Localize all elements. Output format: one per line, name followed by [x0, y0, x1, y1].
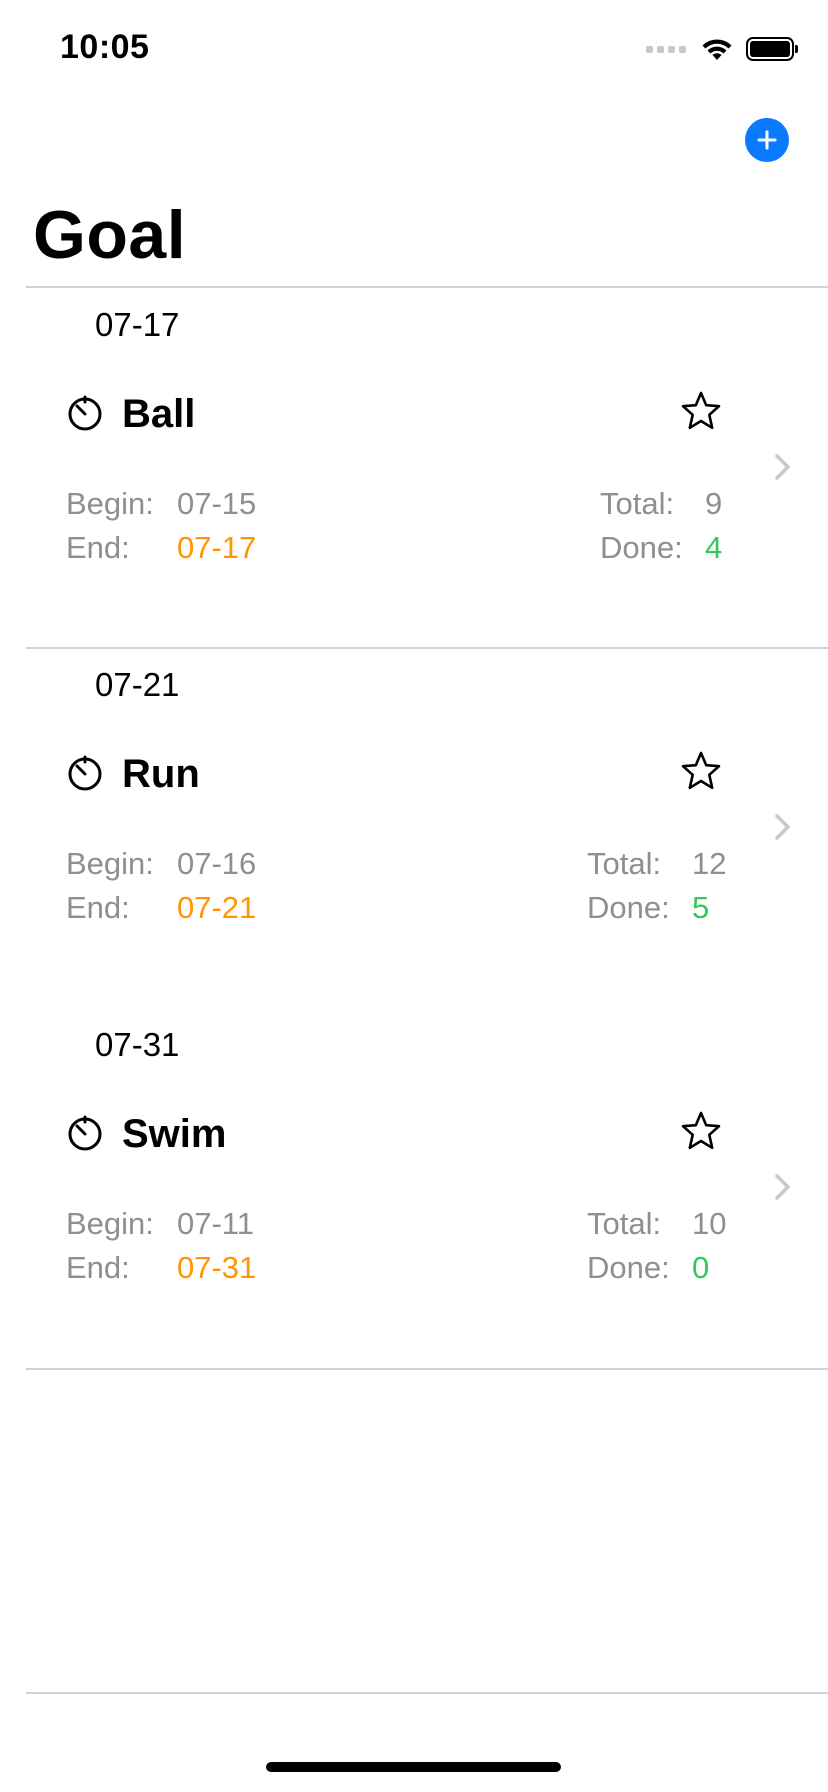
add-goal-button[interactable] [745, 118, 789, 162]
done-count: 0 [692, 1250, 710, 1285]
begin-date: 07-16 [177, 846, 257, 881]
end-label: End: [66, 890, 130, 925]
timer-icon [68, 1115, 102, 1151]
begin-date: 07-15 [177, 486, 257, 521]
total-label: Total: [587, 846, 662, 881]
chevron-right-icon [775, 814, 790, 840]
goal-section-swim: 07-31 Swim Begin: 07-11 End: 07-31 Total… [0, 1010, 828, 1370]
favorite-star-icon[interactable] [680, 1110, 722, 1152]
timer-icon [68, 755, 102, 791]
goal-screen: 10:05 Goal 07-17 Ball Begin: 07-15 End: … [0, 0, 828, 1792]
begin-label: Begin: [66, 846, 154, 881]
divider [26, 286, 828, 288]
page-title: Goal [33, 197, 187, 273]
goal-row-run[interactable]: Run Begin: 07-16 End: 07-21 Total: 12 Do… [0, 650, 828, 1010]
goal-section-run: 07-21 Run Begin: 07-16 End: 07-21 Total:… [0, 650, 828, 1010]
done-count: 4 [705, 530, 723, 565]
end-date: 07-31 [177, 1250, 257, 1285]
divider [26, 1368, 828, 1370]
timer-icon [68, 395, 102, 431]
battery-icon [746, 37, 798, 61]
home-indicator[interactable] [266, 1762, 561, 1772]
goal-name: Run [122, 752, 200, 796]
chevron-right-icon [775, 454, 790, 480]
total-count: 9 [705, 486, 723, 521]
wifi-icon [702, 39, 732, 60]
cellular-signal-icon [646, 45, 686, 53]
done-count: 5 [692, 890, 710, 925]
total-label: Total: [600, 486, 675, 521]
done-label: Done: [587, 890, 670, 925]
end-label: End: [66, 1250, 130, 1285]
begin-label: Begin: [66, 1206, 154, 1241]
total-count: 10 [692, 1206, 727, 1241]
divider [26, 1692, 828, 1694]
begin-label: Begin: [66, 486, 154, 521]
goal-name: Ball [122, 392, 196, 436]
begin-date: 07-11 [177, 1206, 254, 1241]
end-label: End: [66, 530, 130, 565]
plus-icon [757, 130, 777, 150]
favorite-star-icon[interactable] [680, 390, 722, 432]
goal-section-ball: 07-17 Ball Begin: 07-15 End: 07-17 Total… [0, 290, 828, 650]
end-date: 07-21 [177, 890, 257, 925]
goal-row-ball[interactable]: Ball Begin: 07-15 End: 07-17 Total: 9 Do… [0, 290, 828, 650]
end-date: 07-17 [177, 530, 257, 565]
total-label: Total: [587, 1206, 662, 1241]
done-label: Done: [587, 1250, 670, 1285]
total-count: 12 [692, 846, 727, 881]
favorite-star-icon[interactable] [680, 750, 722, 792]
goal-row-swim[interactable]: Swim Begin: 07-11 End: 07-31 Total: 10 D… [0, 1010, 828, 1370]
status-time: 10:05 [60, 28, 150, 66]
goal-name: Swim [122, 1112, 227, 1156]
done-label: Done: [600, 530, 683, 565]
chevron-right-icon [775, 1174, 790, 1200]
divider [26, 647, 828, 649]
status-indicators [646, 34, 798, 64]
